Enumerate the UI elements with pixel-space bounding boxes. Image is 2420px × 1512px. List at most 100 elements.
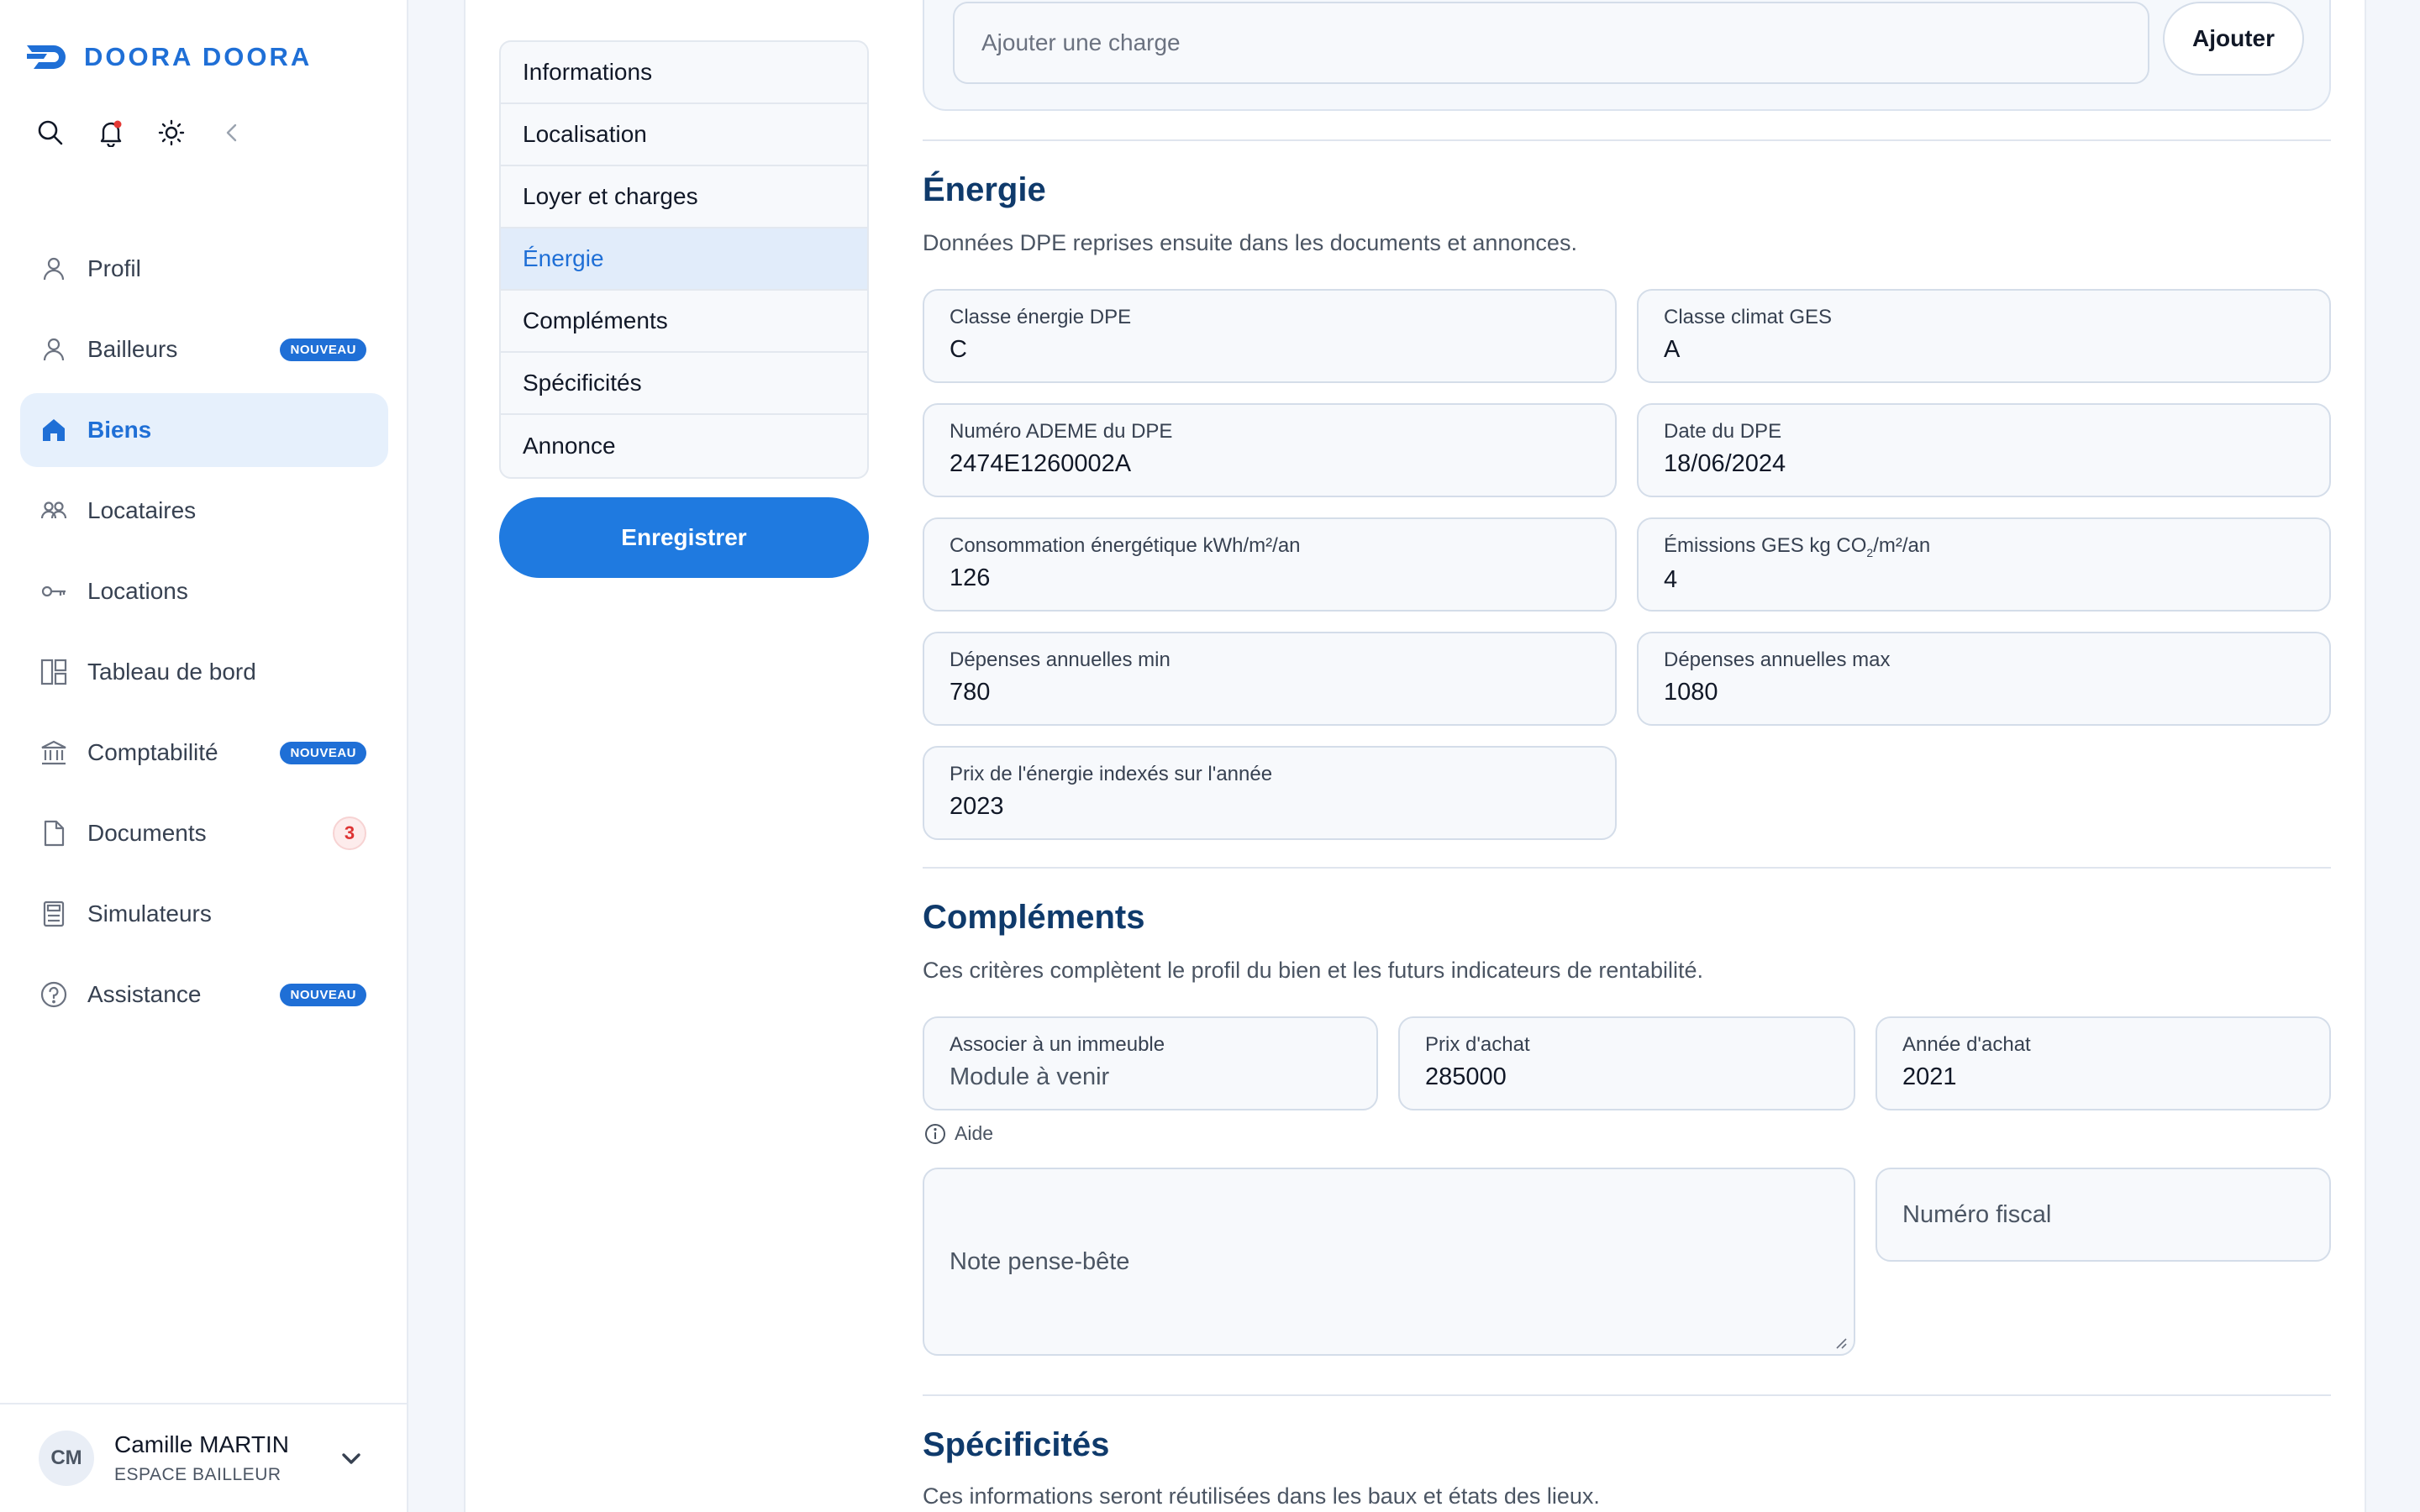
add-charge-button[interactable]: Ajouter bbox=[2163, 2, 2304, 76]
complements-title: Compléments bbox=[923, 899, 1145, 936]
specificites-description: Ces informations seront réutilisées dans… bbox=[923, 1483, 1600, 1509]
user-info: Camille MARTIN ESPACE BAILLEUR bbox=[114, 1431, 334, 1485]
section-nav: Informations Localisation Loyer et charg… bbox=[499, 40, 869, 479]
sun-icon bbox=[158, 119, 185, 146]
user-role: ESPACE BAILLEUR bbox=[114, 1465, 281, 1484]
note-textarea[interactable]: Note pense-bête bbox=[923, 1168, 1855, 1356]
section-divider bbox=[923, 1394, 2331, 1396]
energie-description: Données DPE reprises ensuite dans les do… bbox=[923, 230, 1577, 255]
user-menu[interactable]: CM Camille MARTIN ESPACE BAILLEUR bbox=[0, 1403, 407, 1512]
user-name: Camille MARTIN bbox=[114, 1431, 289, 1457]
section-nav-loyer-charges[interactable]: Loyer et charges bbox=[501, 166, 867, 228]
sidebar-item-label: Assistance bbox=[87, 981, 202, 1007]
field-label: Année d'achat bbox=[1902, 1033, 2031, 1056]
sidebar-item-biens[interactable]: Biens bbox=[20, 393, 388, 467]
brand-logo-icon bbox=[27, 45, 66, 69]
help-label: Aide bbox=[955, 1122, 994, 1144]
field-value: 18/06/2024 bbox=[1664, 450, 1786, 477]
sidebar: DOORA DOORA Profil Bailleurs NOUVEAU Bie… bbox=[0, 0, 408, 1512]
section-nav-energie[interactable]: Énergie bbox=[501, 228, 867, 291]
sidebar-item-label: Tableau de bord bbox=[87, 659, 256, 685]
section-nav-localisation[interactable]: Localisation bbox=[501, 104, 867, 166]
annee-achat-field[interactable]: Année d'achat 2021 bbox=[1876, 1016, 2331, 1110]
documents-count-badge: 3 bbox=[333, 816, 366, 850]
save-button[interactable]: Enregistrer bbox=[499, 497, 869, 578]
key-icon bbox=[39, 576, 69, 606]
collapse-sidebar-button[interactable] bbox=[217, 118, 247, 148]
calculator-icon bbox=[39, 899, 69, 929]
field-value: 126 bbox=[950, 564, 991, 591]
field-label: Classe énergie DPE bbox=[950, 306, 1132, 328]
sidebar-item-documents[interactable]: Documents 3 bbox=[20, 796, 388, 870]
depenses-min-field[interactable]: Dépenses annuelles min 780 bbox=[923, 632, 1617, 726]
date-dpe-field[interactable]: Date du DPE 18/06/2024 bbox=[1637, 403, 2331, 497]
field-value: 2023 bbox=[950, 793, 1004, 820]
new-badge: NOUVEAU bbox=[280, 338, 366, 361]
chevron-down-icon bbox=[342, 1453, 360, 1464]
sidebar-item-label: Simulateurs bbox=[87, 900, 212, 927]
note-placeholder: Note pense-bête bbox=[950, 1247, 1130, 1275]
sidebar-nav: Profil Bailleurs NOUVEAU Biens Locataire… bbox=[20, 232, 388, 1038]
sidebar-item-assistance[interactable]: Assistance NOUVEAU bbox=[20, 958, 388, 1032]
sidebar-item-locations[interactable]: Locations bbox=[20, 554, 388, 628]
chevron-left-icon bbox=[226, 123, 237, 142]
sidebar-item-bailleurs[interactable]: Bailleurs NOUVEAU bbox=[20, 312, 388, 386]
user-menu-toggle[interactable] bbox=[334, 1441, 368, 1475]
notifications-button[interactable] bbox=[96, 118, 126, 148]
section-divider bbox=[923, 867, 2331, 869]
field-value: Module à venir bbox=[950, 1063, 1110, 1090]
field-value: C bbox=[950, 336, 967, 363]
sidebar-item-label: Profil bbox=[87, 255, 141, 281]
theme-toggle[interactable] bbox=[156, 118, 187, 148]
help-link[interactable]: Aide bbox=[924, 1122, 993, 1145]
field-value: 4 bbox=[1664, 565, 1678, 593]
field-value: 2474E1260002A bbox=[950, 450, 1132, 477]
section-nav-informations[interactable]: Informations bbox=[501, 42, 867, 104]
classe-climat-field[interactable]: Classe climat GES A bbox=[1637, 289, 2331, 383]
sidebar-item-comptabilite[interactable]: Comptabilité NOUVEAU bbox=[20, 716, 388, 790]
user-icon bbox=[39, 334, 69, 365]
numero-fiscal-field[interactable]: Numéro fiscal bbox=[1876, 1168, 2331, 1262]
consommation-field[interactable]: Consommation énergétique kWh/m²/an 126 bbox=[923, 517, 1617, 612]
search-icon bbox=[38, 120, 63, 145]
field-value: 780 bbox=[950, 679, 991, 706]
section-nav-specificites[interactable]: Spécificités bbox=[501, 353, 867, 415]
energie-title: Énergie bbox=[923, 171, 1046, 208]
label-prefix: Émissions GES kg CO bbox=[1664, 534, 1867, 557]
classe-energie-field[interactable]: Classe énergie DPE C bbox=[923, 289, 1617, 383]
sidebar-tools bbox=[35, 118, 277, 148]
sidebar-item-locataires[interactable]: Locataires bbox=[20, 474, 388, 548]
sidebar-item-profil[interactable]: Profil bbox=[20, 232, 388, 306]
dashboard-icon bbox=[39, 657, 69, 687]
document-icon bbox=[39, 818, 69, 848]
section-nav-annonce[interactable]: Annonce bbox=[501, 415, 867, 477]
new-badge: NOUVEAU bbox=[280, 741, 366, 764]
user-icon bbox=[39, 254, 69, 284]
associer-immeuble-field[interactable]: Associer à un immeuble Module à venir bbox=[923, 1016, 1378, 1110]
add-charge-input[interactable]: Ajouter une charge bbox=[953, 2, 2149, 84]
prix-energie-annee-field[interactable]: Prix de l'énergie indexés sur l'année 20… bbox=[923, 746, 1617, 840]
bell-icon bbox=[100, 120, 122, 147]
section-nav-complements[interactable]: Compléments bbox=[501, 291, 867, 353]
field-label: Prix d'achat bbox=[1425, 1033, 1530, 1056]
sidebar-item-simulateurs[interactable]: Simulateurs bbox=[20, 877, 388, 951]
help-icon bbox=[39, 979, 69, 1010]
emissions-ges-field[interactable]: Émissions GES kg CO2/m²/an 4 bbox=[1637, 517, 2331, 612]
field-label: Prix de l'énergie indexés sur l'année bbox=[950, 763, 1273, 785]
sidebar-item-label: Locations bbox=[87, 578, 188, 604]
depenses-max-field[interactable]: Dépenses annuelles max 1080 bbox=[1637, 632, 2331, 726]
field-label: Consommation énergétique kWh/m²/an bbox=[950, 534, 1301, 557]
brand-logo[interactable]: DOORA DOORA bbox=[25, 42, 312, 72]
resize-handle-icon[interactable] bbox=[1833, 1336, 1847, 1349]
brand-name: DOORA DOORA bbox=[84, 42, 313, 71]
numero-ademe-field[interactable]: Numéro ADEME du DPE 2474E1260002A bbox=[923, 403, 1617, 497]
sidebar-item-tableau-de-bord[interactable]: Tableau de bord bbox=[20, 635, 388, 709]
search-button[interactable] bbox=[35, 118, 66, 148]
prix-achat-field[interactable]: Prix d'achat 285000 bbox=[1398, 1016, 1855, 1110]
field-label: Dépenses annuelles min bbox=[950, 648, 1171, 671]
field-value: 1080 bbox=[1664, 679, 1718, 706]
sidebar-item-label: Locataires bbox=[87, 497, 197, 523]
field-value: A bbox=[1664, 336, 1681, 363]
bank-icon bbox=[39, 738, 69, 768]
home-icon bbox=[39, 415, 69, 445]
